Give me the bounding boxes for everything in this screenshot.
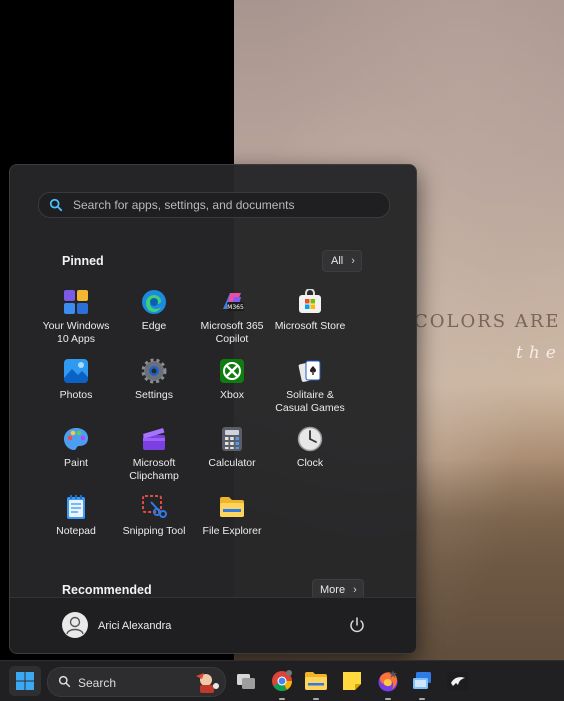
- app-label: Microsoft Clipchamp: [129, 457, 179, 482]
- taskbar: Search: [0, 660, 564, 701]
- pinned-app-clock[interactable]: Clock: [271, 426, 349, 470]
- all-apps-label: All: [331, 255, 344, 267]
- folder-icon: [220, 497, 244, 517]
- notepad-icon: [67, 495, 85, 519]
- windows-logo-icon: [16, 672, 34, 690]
- app-label: Your Windows 10 Apps: [42, 320, 110, 345]
- remote-desktop-icon[interactable]: [410, 669, 434, 693]
- wallpaper-text-line1: COLORS ARE: [414, 311, 561, 332]
- app-label: Microsoft Store: [274, 320, 346, 332]
- app-label: Solitaire & Casual Games: [275, 389, 345, 414]
- app-label: Snipping Tool: [122, 525, 186, 537]
- pinned-app-solitaire[interactable]: Solitaire & Casual Games: [271, 358, 349, 415]
- search-icon: [49, 198, 63, 212]
- pinned-app-settings[interactable]: Settings: [115, 358, 193, 402]
- chevron-right-icon: ›: [351, 255, 355, 267]
- firefox-icon[interactable]: [376, 669, 400, 693]
- m365-copilot-icon: M365: [223, 293, 244, 311]
- app-label: Paint: [64, 457, 88, 469]
- gear-icon: [141, 358, 167, 384]
- more-label: More: [320, 584, 346, 596]
- search-icon: [58, 675, 71, 688]
- user-avatar[interactable]: [62, 612, 88, 638]
- paint-icon: [64, 428, 88, 450]
- app-label: Photos: [59, 389, 93, 401]
- windows-apps-folder-icon: [64, 290, 88, 314]
- svg-text:M365: M365: [227, 304, 244, 311]
- clipchamp-icon: [143, 428, 165, 450]
- file-explorer-icon[interactable]: [304, 669, 328, 693]
- recommended-title: Recommended: [62, 583, 152, 597]
- pinned-app-paint[interactable]: Paint: [37, 426, 115, 470]
- pinned-title: Pinned: [62, 254, 104, 268]
- pinned-app-calculator[interactable]: Calculator: [193, 426, 271, 470]
- app-label: Calculator: [208, 457, 256, 469]
- app-label: Notepad: [56, 525, 96, 537]
- store-icon: [299, 289, 321, 313]
- taskbar-search-box[interactable]: Search: [47, 667, 226, 697]
- start-menu: Search for apps, settings, and documents…: [9, 164, 417, 654]
- pinned-app-microsoft-store[interactable]: Microsoft Store: [271, 289, 349, 333]
- xbox-icon: [220, 359, 244, 383]
- edge-icon: [142, 290, 166, 314]
- person-icon: [66, 616, 84, 635]
- pinned-app-microsoft-365-copilot[interactable]: M365 Microsoft 365 Copilot: [193, 289, 271, 346]
- pinned-app-your-windows-10-apps[interactable]: Your Windows 10 Apps: [37, 289, 115, 346]
- app-label: Xbox: [220, 389, 244, 401]
- all-apps-button[interactable]: All ›: [322, 250, 362, 272]
- wallpaper-text-line2: the: [516, 343, 562, 363]
- taskbar-search-label: Search: [78, 676, 117, 690]
- pinned-app-clipchamp[interactable]: Microsoft Clipchamp: [115, 426, 193, 483]
- start-menu-footer: Arici Alexandra: [10, 597, 416, 653]
- search-placeholder: Search for apps, settings, and documents: [73, 198, 295, 212]
- start-button[interactable]: [9, 666, 41, 696]
- chevron-right-icon: ›: [353, 584, 357, 596]
- task-view-icon[interactable]: [234, 669, 258, 693]
- pinned-app-xbox[interactable]: Xbox: [193, 358, 271, 402]
- solitaire-icon: [298, 360, 321, 382]
- pinned-app-snipping-tool[interactable]: Snipping Tool: [115, 494, 193, 538]
- pinned-app-notepad[interactable]: Notepad: [37, 494, 115, 538]
- app-label: Settings: [135, 389, 173, 401]
- pinned-app-file-explorer[interactable]: File Explorer: [193, 494, 271, 538]
- clock-icon: [297, 426, 323, 452]
- search-highlight-icon: [196, 673, 219, 693]
- start-search-box[interactable]: Search for apps, settings, and documents: [38, 192, 390, 218]
- app-label: Edge: [141, 320, 167, 332]
- app-label: File Explorer: [202, 525, 262, 537]
- user-name[interactable]: Arici Alexandra: [98, 620, 171, 632]
- calculator-icon: [222, 427, 242, 451]
- bird-app-icon[interactable]: [446, 669, 470, 693]
- pinned-app-edge[interactable]: Edge: [115, 289, 193, 333]
- snipping-tool-icon: [142, 495, 167, 518]
- pinned-app-photos[interactable]: Photos: [37, 358, 115, 402]
- power-icon[interactable]: [348, 616, 366, 634]
- chrome-icon[interactable]: [270, 669, 294, 693]
- app-label: Clock: [296, 457, 324, 469]
- sticky-notes-icon[interactable]: [340, 669, 364, 693]
- photos-icon: [64, 359, 88, 383]
- app-label: Microsoft 365 Copilot: [200, 320, 264, 345]
